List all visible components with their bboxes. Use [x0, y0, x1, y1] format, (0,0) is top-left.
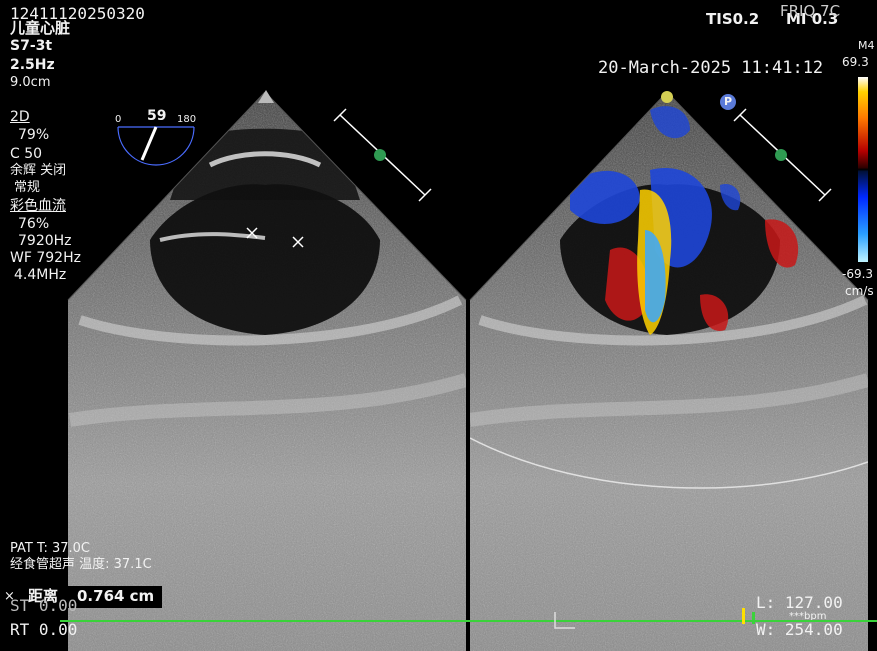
- p-marker-label: P: [724, 95, 733, 108]
- depth-label: 9.0cm: [10, 75, 51, 90]
- frq-readout: FRIQ 7C: [780, 2, 841, 20]
- rt-readout: RT 0.00: [10, 620, 78, 639]
- wall-filter: WF 792Hz: [10, 250, 81, 266]
- gain-2d: 79%: [18, 127, 50, 143]
- color-scale-top: 69.3: [842, 55, 869, 69]
- ecg-marker-icon: [742, 608, 755, 624]
- angle-min: 0: [115, 114, 122, 125]
- color-flow-label: 彩色血流: [10, 198, 66, 214]
- l-readout: L: 127.00: [756, 593, 843, 612]
- patient-temperature: PAT T: 37.0C: [10, 541, 91, 556]
- w-readout: W: 254.00: [756, 620, 843, 639]
- color-gain: 76%: [18, 216, 50, 232]
- distance-value: 0.764 cm: [77, 587, 155, 605]
- probe-temperature: 经食管超声 温度: 37.1C: [10, 557, 152, 572]
- preset: 常规: [14, 180, 41, 195]
- persistence: 余辉 关闭: [10, 163, 67, 178]
- color-freq: 4.4MHz: [14, 267, 67, 283]
- compression: C 50: [10, 146, 43, 162]
- right-color-flow-image: [470, 92, 868, 651]
- probe-label: S7-3t: [10, 38, 53, 54]
- focus-marker-left: [374, 149, 386, 161]
- st-readout: ST 0.00: [10, 596, 78, 615]
- tis-readout: TIS0.2: [706, 10, 760, 28]
- m4-label: M4: [858, 39, 875, 52]
- focus-marker-right: [775, 149, 787, 161]
- color-velocity-bar: [858, 77, 868, 262]
- datetime: 20-March-2025 11:41:12: [598, 58, 824, 78]
- scale-bracket-icon: [554, 612, 575, 629]
- angle-max: 180: [177, 114, 197, 125]
- color-scale-unit: cm/s: [845, 284, 874, 298]
- angle-indicator: [117, 126, 195, 166]
- mode-2d: 2D: [10, 109, 30, 125]
- frequency-label: 2.5Hz: [10, 57, 55, 73]
- ultrasound-scene: [67, 90, 869, 651]
- apex-color-marker: [661, 91, 673, 103]
- color-scale-bottom: -69.3: [842, 267, 874, 281]
- prf: 7920Hz: [18, 233, 72, 249]
- department-label: 儿童心脏: [10, 19, 71, 37]
- angle-value: 59: [147, 108, 167, 124]
